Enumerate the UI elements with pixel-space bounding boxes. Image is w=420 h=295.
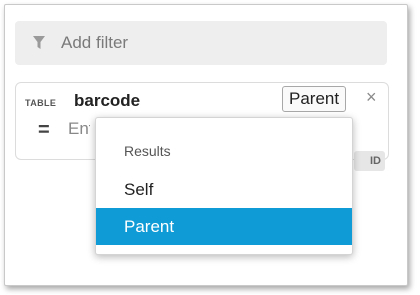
scope-select-button[interactable]: Parent <box>282 86 347 112</box>
close-icon[interactable]: × <box>366 87 377 108</box>
table-tag: TABLE <box>25 98 57 108</box>
scope-dropdown: Results Self Parent <box>95 117 353 255</box>
filter-panel: Add filter TABLE barcode Parent × = Ent … <box>4 4 408 286</box>
funnel-icon <box>33 36 45 49</box>
dropdown-item-self[interactable]: Self <box>96 171 352 208</box>
dropdown-header: Results <box>124 143 171 159</box>
value-input[interactable]: Ent <box>68 119 90 139</box>
add-filter-label: Add filter <box>61 33 129 52</box>
add-filter-button[interactable]: Add filter <box>15 21 387 65</box>
dropdown-item-parent[interactable]: Parent <box>96 208 352 245</box>
table-name: barcode <box>74 91 141 110</box>
badge: ID <box>354 151 385 171</box>
comparator[interactable]: = <box>38 119 50 142</box>
